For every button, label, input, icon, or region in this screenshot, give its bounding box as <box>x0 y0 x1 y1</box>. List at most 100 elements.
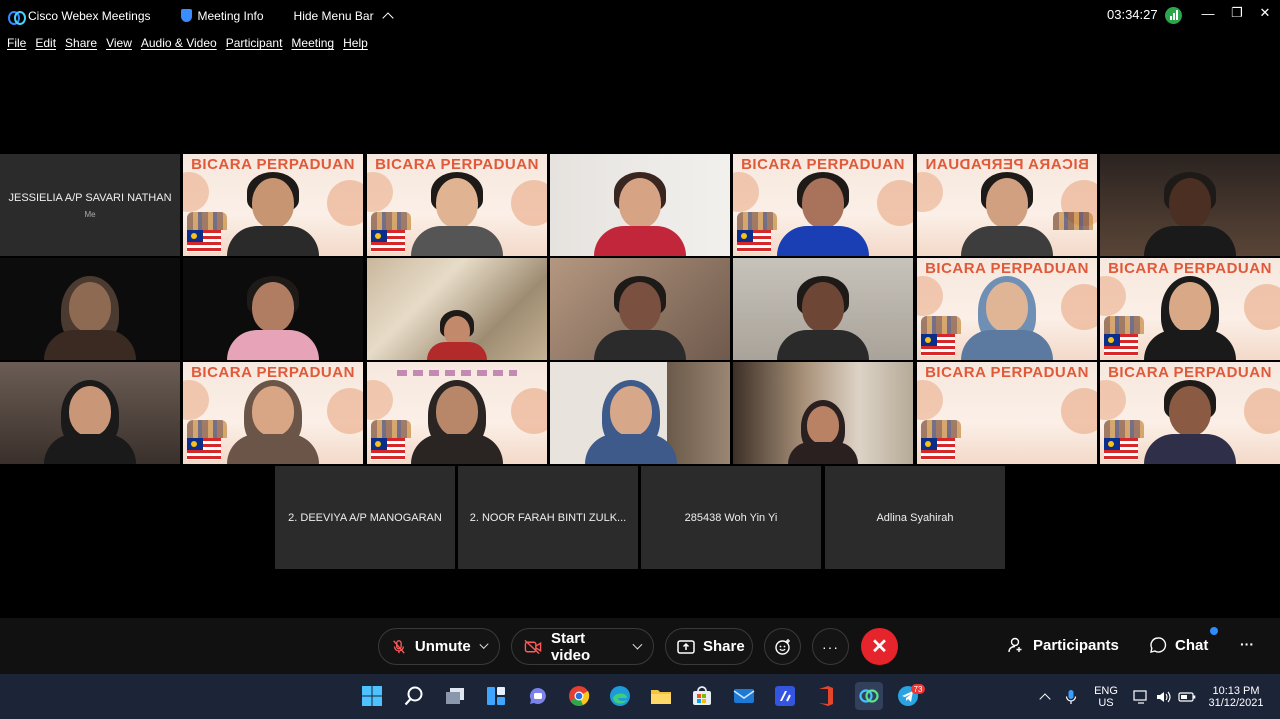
network-icon[interactable] <box>1132 674 1150 719</box>
participant-video-tile[interactable] <box>367 258 547 360</box>
malaysia-flag-icon <box>1104 334 1138 356</box>
poster-title: BICARA PERPADUAN <box>741 156 905 173</box>
task-view-icon[interactable] <box>443 684 467 708</box>
participant-video-tile[interactable]: BICARA PERPADUAN <box>183 154 363 256</box>
chevron-down-icon[interactable] <box>479 639 489 650</box>
participant-video-tile[interactable] <box>733 362 913 464</box>
participant-video-tile[interactable] <box>733 258 913 360</box>
restore-icon[interactable]: ❐ <box>1226 4 1248 22</box>
clock-time: 10:13 PM <box>1212 684 1260 697</box>
video-off-icon <box>524 639 542 654</box>
telegram-unread-badge: 73 <box>911 684 925 694</box>
office-icon[interactable] <box>814 684 838 708</box>
malaysia-flag-icon <box>921 438 955 460</box>
participant-video-tile[interactable] <box>183 258 363 360</box>
sponsor-logos <box>397 370 517 376</box>
menu-edit[interactable]: Edit <box>35 36 56 50</box>
reactions-button[interactable] <box>764 628 801 665</box>
participant-tile[interactable]: Adlina Syahirah <box>825 466 1005 569</box>
editor-app-icon[interactable] <box>773 684 797 708</box>
menu-participant[interactable]: Participant <box>226 36 283 50</box>
participant-tile[interactable]: 2. NOOR FARAH BINTI ZULK... <box>458 466 638 569</box>
participant-name: Adlina Syahirah <box>876 511 954 524</box>
participant-video-tile[interactable] <box>550 362 730 464</box>
meeting-controls: Unmute Start video Share ··· ✕ Participa… <box>0 618 1280 674</box>
participant-video-tile[interactable]: BICARA PERPADUAN <box>733 154 913 256</box>
chat-button[interactable]: Chat <box>1149 636 1208 654</box>
menu-help[interactable]: Help <box>343 36 368 50</box>
chevron-up-icon <box>381 11 394 24</box>
more-options-button[interactable]: ··· <box>812 628 849 665</box>
webex-logo-icon <box>8 10 26 25</box>
poster-title: BICARA PERPADUAN <box>191 364 355 381</box>
share-button[interactable]: Share <box>665 628 753 665</box>
menu-view[interactable]: View <box>106 36 132 50</box>
search-icon[interactable] <box>402 684 426 708</box>
chrome-icon[interactable] <box>567 684 591 708</box>
participant-video-tile[interactable]: BICARA PERPADUAN <box>1100 362 1280 464</box>
malaysia-flag-icon <box>187 230 221 252</box>
participant-video-tile[interactable] <box>0 258 180 360</box>
leave-meeting-button[interactable]: ✕ <box>861 628 898 665</box>
file-explorer-icon[interactable] <box>649 684 673 708</box>
poster-title-mirrored: BICARA PERPADUAN <box>925 156 1089 173</box>
participant-video-tile[interactable] <box>0 362 180 464</box>
battery-icon[interactable] <box>1178 674 1196 719</box>
volume-icon[interactable] <box>1155 674 1173 719</box>
meeting-info-button[interactable]: Meeting Info <box>180 9 264 23</box>
participants-label: Participants <box>1033 636 1119 654</box>
participant-video-tile[interactable] <box>550 154 730 256</box>
participant-video-tile[interactable] <box>367 362 547 464</box>
participant-name: JESSIELIA A/P SAVARI NATHAN <box>8 191 172 204</box>
participant-video-tile[interactable]: BICARA PERPADUAN <box>917 258 1097 360</box>
participant-video-tile[interactable] <box>1100 154 1280 256</box>
participant-tile[interactable]: 285438 Woh Yin Yi <box>641 466 821 569</box>
system-clock[interactable]: 10:13 PM 31/12/2021 <box>1206 674 1266 719</box>
participant-tile-self[interactable]: JESSIELIA A/P SAVARI NATHAN Me <box>0 154 180 256</box>
share-screen-icon <box>677 639 695 654</box>
participant-self-label: Me <box>84 209 96 219</box>
network-health-icon[interactable] <box>1165 7 1182 24</box>
poster-title: BICARA PERPADUAN <box>375 156 539 173</box>
edge-icon[interactable] <box>608 684 632 708</box>
participant-video-tile[interactable]: BICARA PERPADUAN <box>1100 258 1280 360</box>
menu-meeting[interactable]: Meeting <box>291 36 334 50</box>
malaysia-flag-icon <box>1104 438 1138 460</box>
close-icon[interactable]: ✕ <box>1254 4 1276 22</box>
poster-title: BICARA PERPADUAN <box>1108 364 1272 381</box>
participant-video-tile[interactable]: BICARA PERPADUAN <box>183 362 363 464</box>
menu-bar: File Edit Share View Audio & Video Parti… <box>0 31 370 55</box>
participant-tile[interactable]: 2. DEEVIYA A/P MANOGARAN <box>275 466 455 569</box>
poster-title: BICARA PERPADUAN <box>925 260 1089 277</box>
webex-taskbar-icon[interactable] <box>855 682 883 710</box>
hide-menu-bar-button[interactable]: Hide Menu Bar <box>294 9 394 24</box>
chevron-down-icon[interactable] <box>632 639 643 650</box>
widgets-icon[interactable] <box>484 684 508 708</box>
menu-share[interactable]: Share <box>65 36 97 50</box>
windows-start-icon[interactable] <box>360 684 384 708</box>
participant-video-tile[interactable] <box>550 258 730 360</box>
title-bar: Cisco Webex Meetings Meeting Info Hide M… <box>0 0 1280 31</box>
language-indicator[interactable]: ENG US <box>1092 674 1120 719</box>
participant-video-tile[interactable]: BICARA PERPADUAN <box>917 154 1097 256</box>
minimize-icon[interactable]: — <box>1197 4 1219 22</box>
participants-button[interactable]: Participants <box>1007 636 1119 654</box>
menu-audio-video[interactable]: Audio & Video <box>141 36 217 50</box>
participants-icon <box>1008 637 1022 653</box>
mail-icon[interactable] <box>732 684 756 708</box>
panel-options-button[interactable]: ··· <box>1240 636 1254 652</box>
close-icon: ✕ <box>871 635 888 658</box>
start-video-label: Start video <box>550 629 591 664</box>
microphone-icon[interactable] <box>1063 674 1079 719</box>
teams-chat-icon[interactable] <box>526 684 550 708</box>
participant-video-tile[interactable]: BICARA PERPADUAN <box>367 154 547 256</box>
unmute-button[interactable]: Unmute <box>378 628 500 665</box>
malaysia-flag-icon <box>371 230 405 252</box>
start-video-button[interactable]: Start video <box>511 628 654 665</box>
show-hidden-icons-chevron-up-icon[interactable] <box>1036 674 1054 719</box>
participant-video-tile[interactable]: BICARA PERPADUAN <box>917 362 1097 464</box>
language-label: ENG <box>1094 684 1118 697</box>
store-icon[interactable] <box>690 684 714 708</box>
menu-file[interactable]: File <box>7 36 26 50</box>
clock-date: 31/12/2021 <box>1208 696 1264 709</box>
